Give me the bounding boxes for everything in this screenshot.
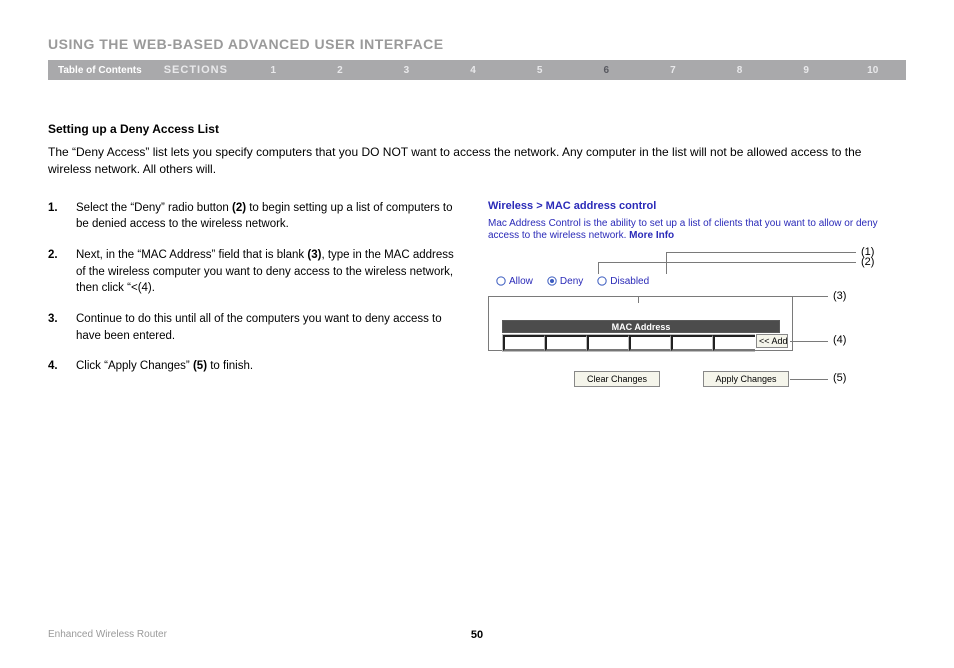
- step-text: Click “Apply Changes” (5) to finish.: [76, 358, 458, 375]
- page-footer: Enhanced Wireless Router 50: [48, 629, 906, 640]
- list-item: 1.Select the “Deny” radio button (2) to …: [48, 200, 458, 233]
- step-text: Continue to do this until all of the com…: [76, 311, 458, 344]
- footer-left: Enhanced Wireless Router: [48, 629, 167, 640]
- page-title: USING THE WEB-BASED ADVANCED USER INTERF…: [48, 36, 906, 52]
- section-navbar: Table of Contents SECTIONS 1 2 3 4 5 6 7…: [48, 60, 906, 80]
- desc-text: Mac Address Control is the ability to se…: [488, 218, 878, 241]
- nav-3[interactable]: 3: [373, 65, 440, 76]
- list-item: 4.Click “Apply Changes” (5) to finish.: [48, 358, 458, 375]
- radio-disabled-label: Disabled: [610, 276, 649, 287]
- list-item: 2.Next, in the “MAC Address” field that …: [48, 247, 458, 297]
- callout-2: (2): [861, 256, 874, 268]
- radio-allow-label: Allow: [509, 276, 533, 287]
- step-text: Select the “Deny” radio button (2) to be…: [76, 200, 458, 233]
- list-item: 3.Continue to do this until all of the c…: [48, 311, 458, 344]
- nav-sections-label: SECTIONS: [152, 64, 240, 76]
- nav-10[interactable]: 10: [839, 65, 906, 76]
- mac-field[interactable]: [713, 335, 755, 351]
- apply-changes-button[interactable]: Apply Changes: [703, 371, 789, 387]
- mac-field[interactable]: [671, 335, 713, 351]
- nav-8[interactable]: 8: [706, 65, 773, 76]
- more-info-link[interactable]: More Info: [629, 230, 674, 241]
- radio-deny[interactable]: Deny: [547, 276, 583, 287]
- callout-3: (3): [833, 290, 846, 302]
- nav-4[interactable]: 4: [440, 65, 507, 76]
- callout-5: (5): [833, 372, 846, 384]
- nav-9[interactable]: 9: [773, 65, 840, 76]
- step-num: 1.: [48, 200, 76, 233]
- step-num: 2.: [48, 247, 76, 297]
- breadcrumb: Wireless > MAC address control: [488, 200, 906, 212]
- mac-field[interactable]: [629, 335, 671, 351]
- radio-row: Allow Deny Disabled: [496, 276, 649, 287]
- nav-5[interactable]: 5: [506, 65, 573, 76]
- callout-4: (4): [833, 334, 846, 346]
- nav-2[interactable]: 2: [307, 65, 374, 76]
- intro-text: The “Deny Access” list lets you specify …: [48, 144, 906, 178]
- radio-deny-label: Deny: [560, 276, 583, 287]
- nav-6[interactable]: 6: [573, 65, 640, 76]
- nav-7[interactable]: 7: [640, 65, 707, 76]
- mac-field[interactable]: [545, 335, 587, 351]
- mac-field[interactable]: [503, 335, 545, 351]
- step-num: 3.: [48, 311, 76, 344]
- mac-input-row: [502, 334, 755, 352]
- nav-numbers: 1 2 3 4 5 6 7 8 9 10: [240, 65, 906, 76]
- radio-allow[interactable]: Allow: [496, 276, 533, 287]
- step-text: Next, in the “MAC Address” field that is…: [76, 247, 458, 297]
- fig-description: Mac Address Control is the ability to se…: [488, 218, 906, 242]
- figure: (1) (2) Allow Deny: [488, 246, 906, 406]
- steps-list: 1.Select the “Deny” radio button (2) to …: [48, 200, 458, 375]
- radio-disabled[interactable]: Disabled: [597, 276, 649, 287]
- step-num: 4.: [48, 358, 76, 375]
- mac-table-header: MAC Address: [502, 320, 780, 333]
- page-number: 50: [471, 629, 483, 641]
- section-subhead: Setting up a Deny Access List: [48, 122, 906, 136]
- nav-toc[interactable]: Table of Contents: [48, 65, 152, 76]
- add-button[interactable]: << Add: [756, 334, 788, 348]
- mac-field[interactable]: [587, 335, 629, 351]
- nav-1[interactable]: 1: [240, 65, 307, 76]
- clear-changes-button[interactable]: Clear Changes: [574, 371, 660, 387]
